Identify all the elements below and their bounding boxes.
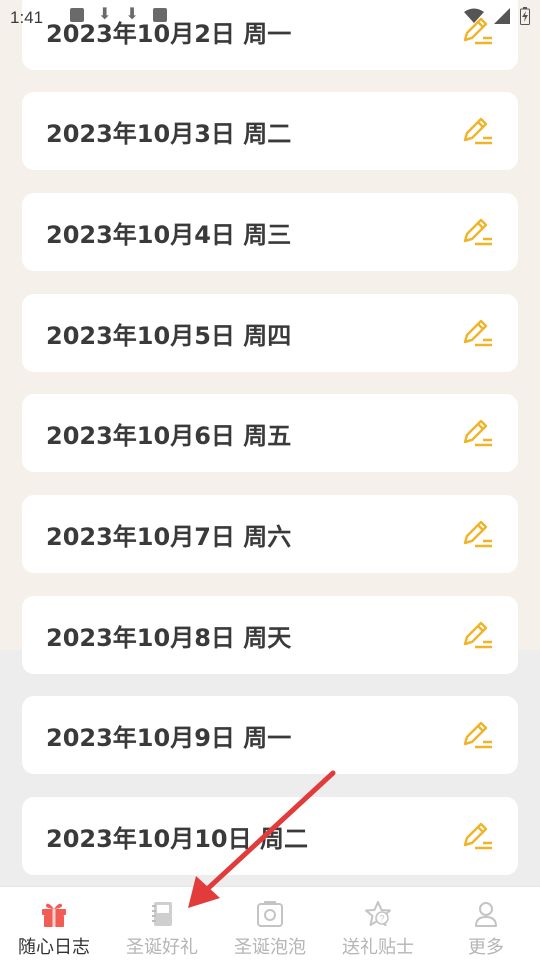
diary-entry-card[interactable]: 2023年10月10日 周二 xyxy=(22,797,518,875)
entry-date: 2023年10月4日 周三 xyxy=(46,220,292,249)
tab-label: 圣诞好礼 xyxy=(126,937,198,958)
edit-icon[interactable] xyxy=(460,717,496,753)
tab-label: 送礼贴士 xyxy=(342,937,414,958)
tab-more[interactable]: 更多 xyxy=(432,887,540,961)
gift-icon xyxy=(39,899,69,929)
download-icon: ⬇ xyxy=(98,6,112,23)
signal-icon xyxy=(494,8,510,24)
entry-date: 2023年10月5日 周四 xyxy=(46,321,292,350)
edit-icon[interactable] xyxy=(460,214,496,250)
tab-diary[interactable]: 随心日志 xyxy=(0,887,108,961)
diary-entry-card[interactable]: 2023年10月9日 周一 xyxy=(22,696,518,774)
tab-label: 随心日志 xyxy=(18,937,90,958)
download-icon: ⬇ xyxy=(125,6,139,23)
tab-gift-tips[interactable]: ? 送礼贴士 xyxy=(324,887,432,961)
entry-date: 2023年10月7日 周六 xyxy=(46,522,292,551)
person-icon xyxy=(471,899,501,929)
entry-date: 2023年10月8日 周天 xyxy=(46,623,292,652)
diary-entry-card[interactable]: 2023年10月8日 周天 xyxy=(22,596,518,674)
svg-text:?: ? xyxy=(379,914,384,924)
diary-entry-card[interactable]: 2023年10月5日 周四 xyxy=(22,294,518,372)
status-time: 1:41 xyxy=(10,8,44,27)
diary-entry-card[interactable]: 2023年10月3日 周二 xyxy=(22,92,518,170)
edit-icon[interactable] xyxy=(460,315,496,351)
tab-label: 圣诞泡泡 xyxy=(234,937,306,958)
edit-icon[interactable] xyxy=(460,113,496,149)
tab-label: 更多 xyxy=(468,937,504,958)
entry-date: 2023年10月6日 周五 xyxy=(46,421,292,450)
entry-date: 2023年10月10日 周二 xyxy=(46,824,308,853)
status-bar: 1:41 ⬇ ⬇ xyxy=(0,0,540,36)
notification-icon xyxy=(152,8,167,22)
diary-entry-card[interactable]: 2023年10月6日 周五 xyxy=(22,394,518,472)
battery-icon xyxy=(520,7,530,25)
edit-icon[interactable] xyxy=(460,818,496,854)
edit-icon[interactable] xyxy=(460,415,496,451)
status-notification-icons: ⬇ ⬇ xyxy=(70,6,167,23)
edit-icon[interactable] xyxy=(460,516,496,552)
entry-date: 2023年10月3日 周二 xyxy=(46,119,292,148)
tab-christmas-bubbles[interactable]: 圣诞泡泡 xyxy=(216,887,324,961)
edit-icon[interactable] xyxy=(460,617,496,653)
entry-date: 2023年10月9日 周一 xyxy=(46,723,292,752)
bottom-tab-bar: 随心日志 圣诞好礼 圣诞泡泡 ? 送礼贴士 更多 xyxy=(0,886,540,961)
tab-christmas-gift[interactable]: 圣诞好礼 xyxy=(108,887,216,961)
wifi-icon xyxy=(464,8,484,23)
diary-entry-card[interactable]: 2023年10月7日 周六 xyxy=(22,495,518,573)
star-question-icon: ? xyxy=(363,899,393,929)
camera-frame-icon xyxy=(255,899,285,929)
notebook-icon xyxy=(147,899,177,929)
status-system-icons xyxy=(464,7,530,25)
diary-entry-card[interactable]: 2023年10月4日 周三 xyxy=(22,193,518,271)
notification-icon xyxy=(70,8,84,22)
